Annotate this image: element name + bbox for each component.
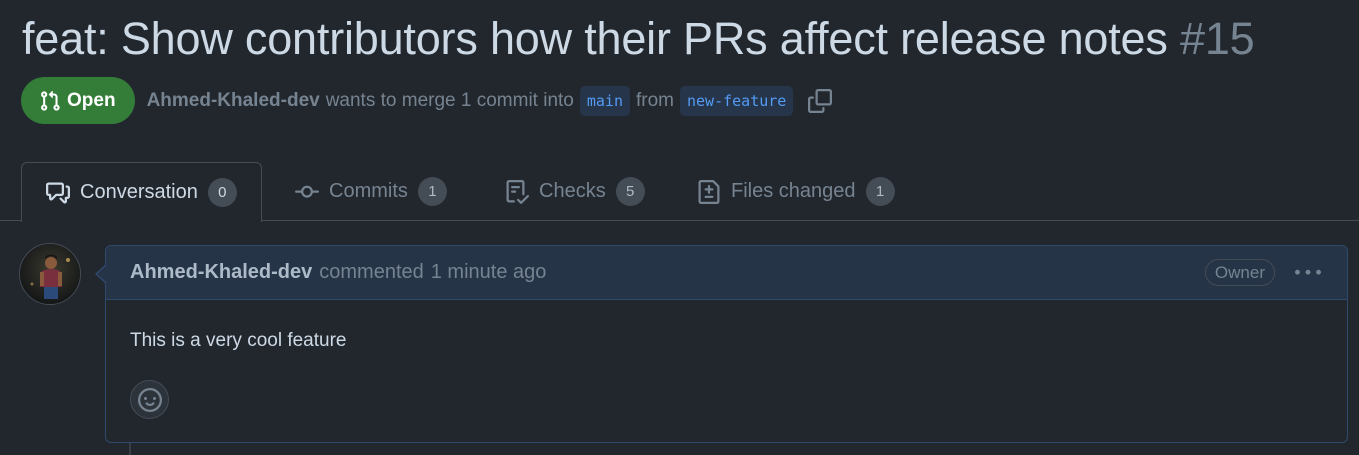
comment-header: Ahmed-Khaled-dev commented 1 minute ago …	[106, 246, 1347, 300]
merge-text: wants to merge 1 commit into	[325, 89, 574, 111]
file-diff-icon	[698, 179, 720, 204]
user-avatar-image	[20, 244, 80, 304]
tab-commits[interactable]: Commits 1	[295, 162, 447, 221]
copy-branch-button[interactable]	[805, 86, 835, 116]
tab-commits-label: Commits	[329, 180, 408, 202]
git-commit-icon	[295, 185, 319, 198]
comment-discussion-icon	[46, 182, 70, 203]
comment-action: commented	[319, 261, 424, 283]
comment-body: This is a very cool feature	[130, 330, 347, 351]
git-pull-request-icon	[41, 90, 60, 111]
pr-title: feat: Show contributors how their PRs af…	[22, 12, 1255, 66]
pr-meta: Open Ahmed-Khaled-dev wants to merge 1 c…	[21, 77, 835, 124]
tab-conversation[interactable]: Conversation 0	[21, 162, 262, 222]
base-branch[interactable]: main	[579, 85, 630, 116]
comment-timestamp[interactable]: 1 minute ago	[431, 261, 547, 284]
timeline-connector	[129, 443, 131, 455]
pr-title-text: feat: Show contributors how their PRs af…	[22, 13, 1168, 64]
checklist-icon	[506, 179, 529, 204]
tab-checks-label: Checks	[539, 180, 606, 202]
kebab-horizontal-icon	[1295, 269, 1321, 275]
state-label: Open	[67, 89, 116, 111]
tab-conversation-count: 0	[207, 178, 237, 207]
add-reaction-button[interactable]	[130, 380, 169, 419]
from-text: from	[635, 89, 674, 111]
copy-icon	[808, 88, 833, 113]
state-badge: Open	[21, 77, 135, 124]
comment-options-button[interactable]	[1293, 258, 1323, 288]
tab-files-changed-label: Files changed	[731, 180, 856, 202]
pull-request-page: feat: Show contributors how their PRs af…	[0, 0, 1359, 455]
pr-tabs: Conversation 0 Commits 1 Checks 5 Files …	[0, 162, 1359, 222]
avatar[interactable]	[19, 243, 81, 305]
head-branch[interactable]: new-feature	[679, 85, 794, 116]
comment-box: Ahmed-Khaled-dev commented 1 minute ago …	[95, 245, 1348, 443]
tab-checks[interactable]: Checks 5	[505, 162, 645, 221]
tab-files-changed[interactable]: Files changed 1	[697, 162, 895, 221]
tab-commits-count: 1	[417, 177, 447, 206]
owner-badge: Owner	[1204, 259, 1275, 286]
smiley-icon	[137, 387, 162, 412]
pr-number: #15	[1180, 13, 1255, 64]
tab-checks-count: 5	[615, 177, 645, 206]
tab-conversation-label: Conversation	[80, 181, 198, 203]
pr-author-link[interactable]: Ahmed-Khaled-dev	[147, 90, 320, 112]
comment-author-link[interactable]: Ahmed-Khaled-dev	[130, 261, 312, 284]
tab-files-changed-count: 1	[865, 177, 895, 206]
